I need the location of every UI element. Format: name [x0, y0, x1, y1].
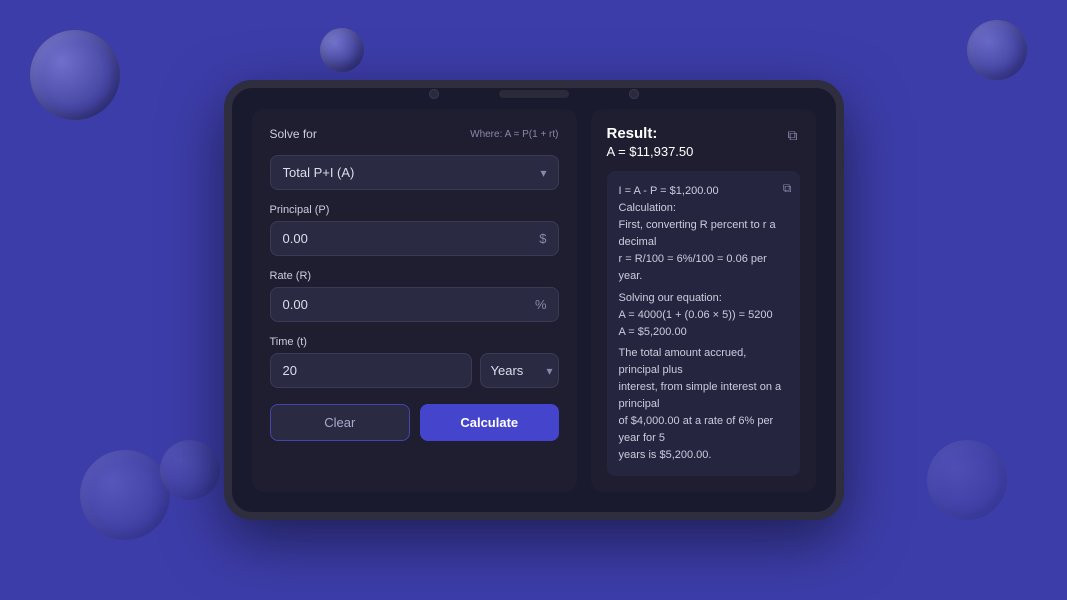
solve-for-select-wrapper[interactable]: Total P+I (A) Principal (P) Rate (R) Tim… — [270, 155, 559, 190]
result-panel: Result: A = $11,937.50 ⧉ ⧉ I = A - P = $… — [591, 109, 816, 492]
result-line-1: I = A - P = $1,200.00 — [619, 183, 788, 200]
background-blob-1 — [30, 30, 120, 120]
copy-result-icon[interactable]: ⧉ — [786, 125, 800, 146]
solve-for-header: Solve for Where: A = P(1 + rt) — [270, 127, 559, 141]
result-detail-card: ⧉ I = A - P = $1,200.00 Calculation: Fir… — [607, 171, 800, 476]
background-blob-3 — [967, 20, 1027, 80]
principal-input-row: $ — [270, 221, 559, 256]
result-value: A = $11,937.50 — [607, 144, 694, 159]
time-unit-select-wrapper[interactable]: Years Months Days ▾ — [480, 353, 559, 388]
background-blob-4 — [80, 450, 170, 540]
result-line-2: Calculation: — [619, 200, 788, 217]
result-header: Result: A = $11,937.50 ⧉ — [607, 125, 800, 159]
tablet-device: Solve for Where: A = P(1 + rt) Total P+I… — [224, 80, 844, 520]
calculator-panel: Solve for Where: A = P(1 + rt) Total P+I… — [252, 109, 577, 492]
result-title-group: Result: A = $11,937.50 — [607, 125, 694, 159]
tablet-top-bar — [232, 88, 836, 99]
result-line-4: r = R/100 = 6%/100 = 0.06 per year. — [619, 251, 788, 285]
time-input-row: Years Months Days ▾ — [270, 353, 559, 388]
tablet-content: Solve for Where: A = P(1 + rt) Total P+I… — [232, 99, 836, 512]
result-line-7: A = $5,200.00 — [619, 324, 788, 341]
principal-label: Principal (P) — [270, 204, 559, 216]
time-input[interactable] — [270, 353, 472, 388]
result-line-8: The total amount accrued, principal plus — [619, 345, 788, 379]
camera-icon-2 — [629, 89, 639, 99]
rate-field-group: Rate (R) % — [270, 270, 559, 322]
rate-label: Rate (R) — [270, 270, 559, 282]
background-blob-6 — [927, 440, 1007, 520]
formula-text: Where: A = P(1 + rt) — [470, 129, 558, 140]
clear-button[interactable]: Clear — [270, 404, 411, 441]
rate-input[interactable] — [270, 287, 559, 322]
result-line-6: A = 4000(1 + (0.06 × 5)) = 5200 — [619, 307, 788, 324]
calculate-button[interactable]: Calculate — [420, 404, 559, 441]
time-field-group: Time (t) Years Months Days ▾ — [270, 336, 559, 388]
solve-for-select[interactable]: Total P+I (A) Principal (P) Rate (R) Tim… — [270, 155, 559, 190]
result-line-5: Solving our equation: — [619, 290, 788, 307]
time-label: Time (t) — [270, 336, 559, 348]
speaker-icon — [499, 90, 569, 98]
buttons-row: Clear Calculate — [270, 404, 559, 441]
rate-input-row: % — [270, 287, 559, 322]
principal-input[interactable] — [270, 221, 559, 256]
camera-icon — [429, 89, 439, 99]
result-line-9: interest, from simple interest on a prin… — [619, 379, 788, 413]
copy-detail-icon[interactable]: ⧉ — [783, 179, 792, 198]
result-title: Result: — [607, 125, 694, 142]
result-line-11: years is $5,200.00. — [619, 447, 788, 464]
solve-for-label: Solve for — [270, 127, 317, 141]
result-line-3: First, converting R percent to r a decim… — [619, 217, 788, 251]
result-line-10: of $4,000.00 at a rate of 6% per year fo… — [619, 413, 788, 447]
background-blob-5 — [160, 440, 220, 500]
time-unit-select[interactable]: Years Months Days — [480, 353, 559, 388]
background-blob-2 — [320, 28, 364, 72]
principal-field-group: Principal (P) $ — [270, 204, 559, 256]
